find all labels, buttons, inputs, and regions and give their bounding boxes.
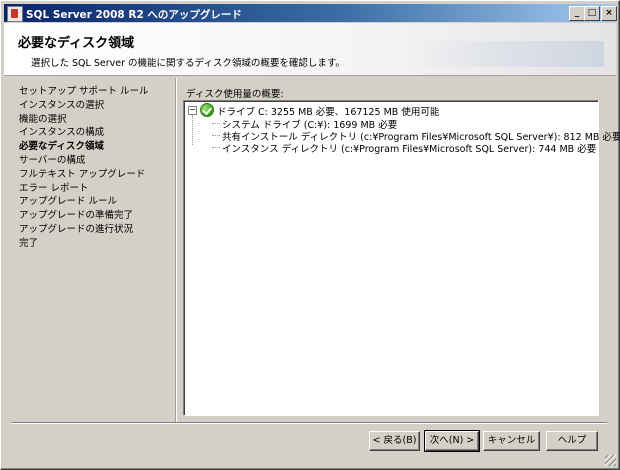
page-description: 選択した SQL Server の機能に関するディスク領域の概要を確認します。 <box>31 58 345 69</box>
nav-item-disk-space-requirements[interactable]: 必要なディスク領域 <box>19 140 169 154</box>
nav-item-fulltext-upgrade[interactable]: フルテキスト アップグレード <box>19 168 169 182</box>
tree-node-shared-install-dir[interactable]: 共有インストール ディレクトリ (c:¥Program Files¥Micros… <box>212 129 620 143</box>
instance-dir-requirement: インスタンス ディレクトリ (c:¥Program Files¥Microsof… <box>222 144 597 155</box>
nav-item-complete[interactable]: 完了 <box>19 237 169 251</box>
collapse-toggle[interactable]: − <box>188 106 197 115</box>
disk-usage-tree[interactable]: − ドライブ C: 3255 MB 必要、167125 MB 使用可能 システム… <box>183 100 620 416</box>
drive-c-summary: ドライブ C: 3255 MB 必要、167125 MB 使用可能 <box>217 107 440 118</box>
tree-connector <box>212 135 220 136</box>
help-button[interactable]: ヘルプ <box>546 431 598 451</box>
tree-node-system-drive[interactable]: システム ドライブ (C:¥): 1699 MB 必要 <box>212 117 397 131</box>
title-bar[interactable]: SQL Server 2008 R2 へのアップグレード _ □ × <box>4 4 617 22</box>
tree-connector-line <box>192 115 193 145</box>
nav-item-upgrade-rules[interactable]: アップグレード ルール <box>19 195 169 209</box>
footer-divider <box>11 422 607 424</box>
nav-item-upgrade-progress[interactable]: アップグレードの進行状況 <box>19 223 169 237</box>
nav-item-instance-configuration[interactable]: インスタンスの構成 <box>19 126 169 140</box>
resize-grip[interactable] <box>605 455 616 466</box>
step-navigation: セットアップ サポート ルール インスタンスの選択 機能の選択 インスタンスの構… <box>19 85 169 251</box>
nav-item-error-reporting[interactable]: エラー レポート <box>19 182 169 196</box>
check-ok-icon <box>200 103 214 117</box>
sql-server-app-icon[interactable] <box>7 6 23 22</box>
setup-window: SQL Server 2008 R2 へのアップグレード _ □ × 必要なディ… <box>0 0 620 470</box>
nav-item-setup-support-rules[interactable]: セットアップ サポート ルール <box>19 85 169 99</box>
minimize-button[interactable]: _ <box>569 6 585 21</box>
nav-item-feature-selection[interactable]: 機能の選択 <box>19 113 169 127</box>
nav-item-instance-selection[interactable]: インスタンスの選択 <box>19 99 169 113</box>
page-header: 必要なディスク領域 選択した SQL Server の機能に関するディスク領域の… <box>4 23 616 76</box>
next-button[interactable]: 次へ(N) > <box>424 430 480 452</box>
tree-node-instance-dir[interactable]: インスタンス ディレクトリ (c:¥Program Files¥Microsof… <box>212 141 597 155</box>
disk-usage-summary-label: ディスク使用量の概要: <box>186 89 284 100</box>
nav-divider <box>175 78 177 422</box>
cancel-button[interactable]: キャンセル <box>483 431 540 451</box>
header-decoration <box>404 41 604 67</box>
back-button[interactable]: < 戻る(B) <box>369 431 420 451</box>
page-title: 必要なディスク領域 <box>18 36 135 51</box>
close-button[interactable]: × <box>601 6 617 21</box>
nav-item-ready-to-upgrade[interactable]: アップグレードの準備完了 <box>19 209 169 223</box>
nav-item-server-configuration[interactable]: サーバーの構成 <box>19 154 169 168</box>
tree-connector <box>212 123 220 124</box>
window-title: SQL Server 2008 R2 へのアップグレード <box>26 9 242 21</box>
tree-connector <box>212 147 220 148</box>
maximize-button[interactable]: □ <box>584 6 600 21</box>
